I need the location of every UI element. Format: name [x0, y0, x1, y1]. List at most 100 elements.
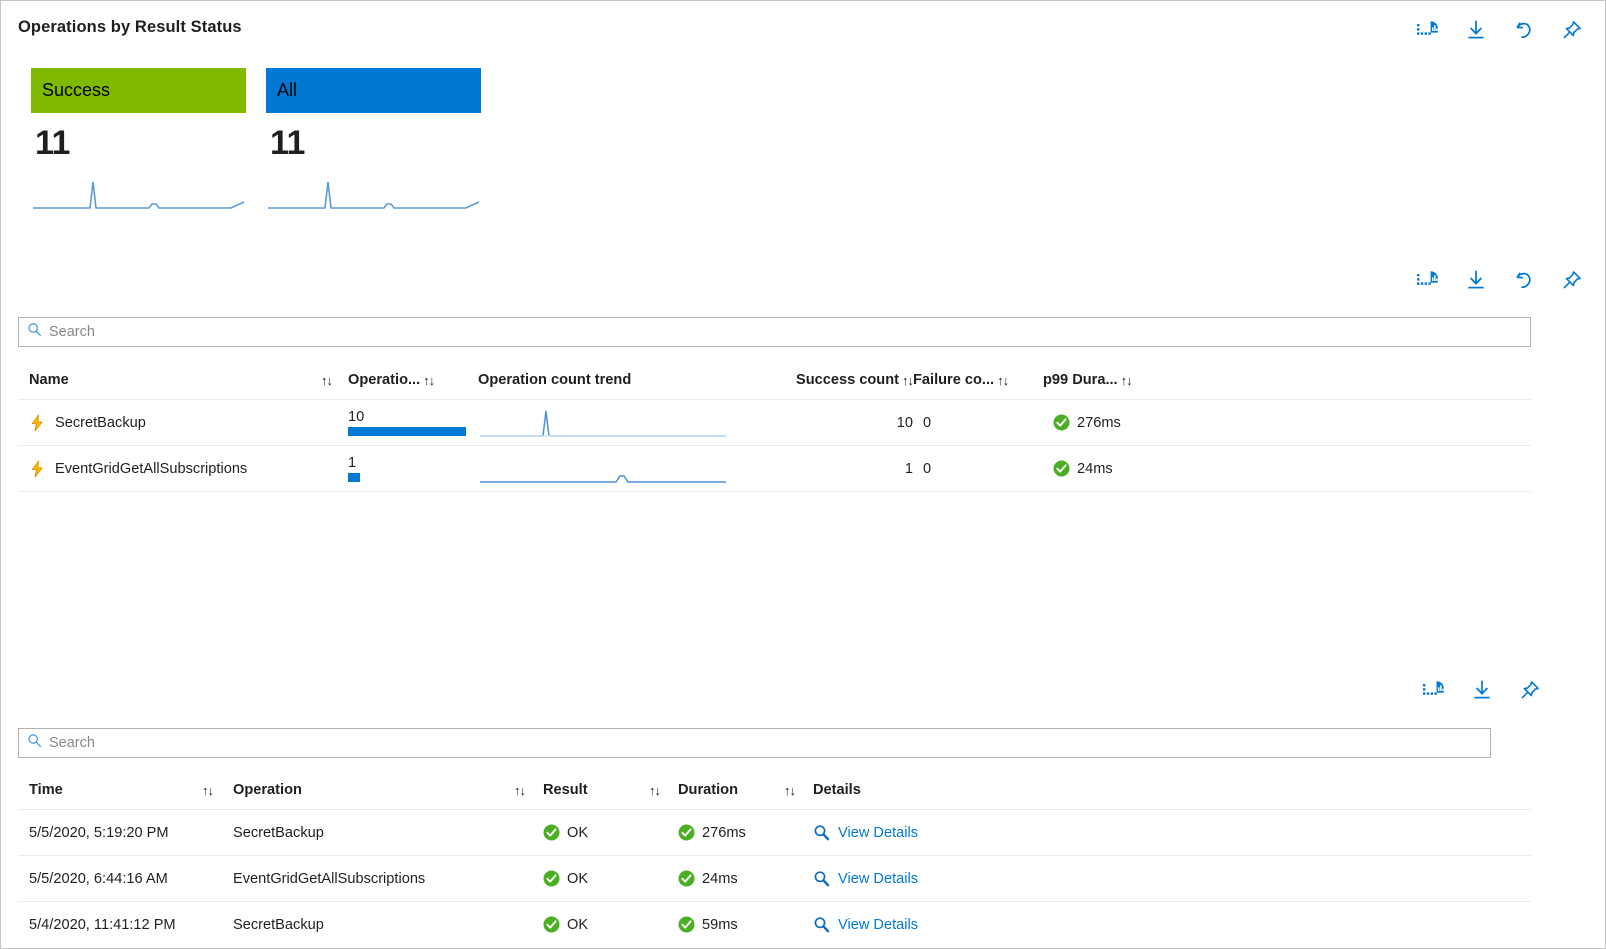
row-operation-count-value: 10 — [348, 409, 364, 426]
column-header-details[interactable]: Details — [813, 771, 1013, 809]
success-sparkline — [31, 174, 246, 214]
open-chart-icon[interactable] — [1421, 677, 1447, 703]
row-result-label: OK — [567, 871, 588, 887]
tile-all-header[interactable]: All — [266, 68, 481, 113]
column-header-success-count[interactable]: Success count ↑↓ — [763, 361, 913, 399]
column-header-time[interactable]: Time ↑↓ — [18, 771, 233, 809]
table-row[interactable]: 5/4/2020, 11:41:12 PM SecretBackup OK — [18, 901, 1531, 947]
details-search-box[interactable] — [18, 728, 1491, 758]
open-chart-icon[interactable] — [1415, 17, 1441, 43]
search-icon — [27, 322, 42, 342]
operations-search-input[interactable] — [49, 318, 1530, 346]
sort-icon-p99-duration[interactable]: ↑↓ — [1121, 373, 1132, 388]
row-operation: SecretBackup — [233, 810, 543, 855]
row-duration: 276ms — [678, 810, 813, 855]
success-check-icon — [678, 824, 695, 841]
details-grid-header: Time ↑↓ Operation ↑↓ Result ↑↓ Duration … — [18, 771, 1531, 809]
row-operation-count: 10 — [348, 400, 478, 445]
pin-icon[interactable] — [1559, 17, 1585, 43]
row-result: OK — [543, 856, 678, 901]
success-check-icon — [543, 916, 560, 933]
success-check-icon — [543, 824, 560, 841]
operations-grid: Name ↑↓ Operatio... ↑↓ Operation count t… — [18, 361, 1531, 492]
row-operation-count-value: 1 — [348, 455, 356, 472]
row-name-label: SecretBackup — [55, 415, 146, 431]
all-sparkline — [266, 174, 481, 214]
open-chart-icon[interactable] — [1415, 267, 1441, 293]
sort-icon-success-count[interactable]: ↑↓ — [902, 373, 913, 388]
row-operation: SecretBackup — [233, 902, 543, 947]
tile-success-header[interactable]: Success — [31, 68, 246, 113]
table-row[interactable]: EventGridGetAllSubscriptions 1 1 0 — [18, 445, 1531, 491]
row-success-count: 1 — [763, 446, 923, 491]
download-icon[interactable] — [1469, 677, 1495, 703]
sort-icon-time[interactable]: ↑↓ — [202, 783, 213, 798]
column-header-result[interactable]: Result ↑↓ — [543, 771, 678, 809]
column-header-operation-count-trend[interactable]: Operation count trend — [478, 361, 763, 399]
search-icon — [27, 733, 42, 753]
pin-icon[interactable] — [1559, 267, 1585, 293]
row-duration: 59ms — [678, 902, 813, 947]
row-result: OK — [543, 810, 678, 855]
row-details[interactable]: View Details — [813, 810, 1013, 855]
row-name: EventGridGetAllSubscriptions — [18, 446, 348, 491]
pin-icon[interactable] — [1517, 677, 1543, 703]
view-details-link[interactable]: View Details — [838, 825, 918, 841]
reset-icon[interactable] — [1511, 267, 1537, 293]
row-p99-duration: 276ms — [1053, 400, 1233, 445]
tile-success-value: 11 — [31, 113, 246, 160]
row-result-label: OK — [567, 825, 588, 841]
row-failure-count: 0 — [923, 446, 1053, 491]
operations-search-box[interactable] — [18, 317, 1531, 347]
sort-icon-operation[interactable]: ↑↓ — [514, 783, 525, 798]
download-icon[interactable] — [1463, 17, 1489, 43]
row-trend-sparkline — [478, 450, 728, 488]
column-header-operation-count[interactable]: Operatio... ↑↓ — [348, 361, 478, 399]
row-p99-duration: 24ms — [1053, 446, 1233, 491]
column-header-operation[interactable]: Operation ↑↓ — [233, 771, 543, 809]
table-row[interactable]: 5/5/2020, 5:19:20 PM SecretBackup OK — [18, 809, 1531, 855]
reset-icon[interactable] — [1511, 17, 1537, 43]
row-time: 5/4/2020, 11:41:12 PM — [18, 902, 233, 947]
column-header-duration[interactable]: Duration ↑↓ — [678, 771, 813, 809]
magnifier-icon — [813, 870, 830, 887]
row-duration: 24ms — [678, 856, 813, 901]
sort-icon-failure-count[interactable]: ↑↓ — [997, 373, 1008, 388]
status-tiles: Success 11 All 11 — [31, 68, 481, 219]
row-operation-count: 1 — [348, 446, 478, 491]
lightning-bolt-icon — [29, 414, 46, 432]
sort-icon-operation-count[interactable]: ↑↓ — [423, 373, 434, 388]
row-operation: EventGridGetAllSubscriptions — [233, 856, 543, 901]
view-details-link[interactable]: View Details — [838, 917, 918, 933]
column-header-name[interactable]: Name ↑↓ — [18, 361, 348, 399]
lightning-bolt-icon — [29, 460, 46, 478]
row-name: SecretBackup — [18, 400, 348, 445]
success-check-icon — [678, 916, 695, 933]
magnifier-icon — [813, 916, 830, 933]
column-header-p99-duration[interactable]: p99 Dura... ↑↓ — [1043, 361, 1223, 399]
success-check-icon — [678, 870, 695, 887]
tile-success: Success 11 — [31, 68, 246, 219]
row-time: 5/5/2020, 6:44:16 AM — [18, 856, 233, 901]
row-name-label: EventGridGetAllSubscriptions — [55, 461, 247, 477]
row-duration-label: 59ms — [702, 917, 738, 933]
sort-icon-duration[interactable]: ↑↓ — [784, 783, 795, 798]
row-result-label: OK — [567, 917, 588, 933]
download-icon[interactable] — [1463, 267, 1489, 293]
view-details-link[interactable]: View Details — [838, 871, 918, 887]
row-failure-count: 0 — [923, 400, 1053, 445]
sort-icon-result[interactable]: ↑↓ — [649, 783, 660, 798]
row-details[interactable]: View Details — [813, 856, 1013, 901]
row-details[interactable]: View Details — [813, 902, 1013, 947]
table-row[interactable]: SecretBackup 10 10 0 — [18, 399, 1531, 445]
row-duration-label: 276ms — [702, 825, 746, 841]
table-row[interactable]: 5/5/2020, 6:44:16 AM EventGridGetAllSubs… — [18, 855, 1531, 901]
sort-icon-name[interactable]: ↑↓ — [321, 373, 332, 388]
column-header-failure-count[interactable]: Failure co... ↑↓ — [913, 361, 1043, 399]
details-search-input[interactable] — [49, 729, 1490, 757]
row-duration-label: 24ms — [702, 871, 738, 887]
magnifier-icon — [813, 824, 830, 841]
page-title: Operations by Result Status — [18, 18, 242, 37]
row-success-count: 10 — [763, 400, 923, 445]
success-check-icon — [543, 870, 560, 887]
